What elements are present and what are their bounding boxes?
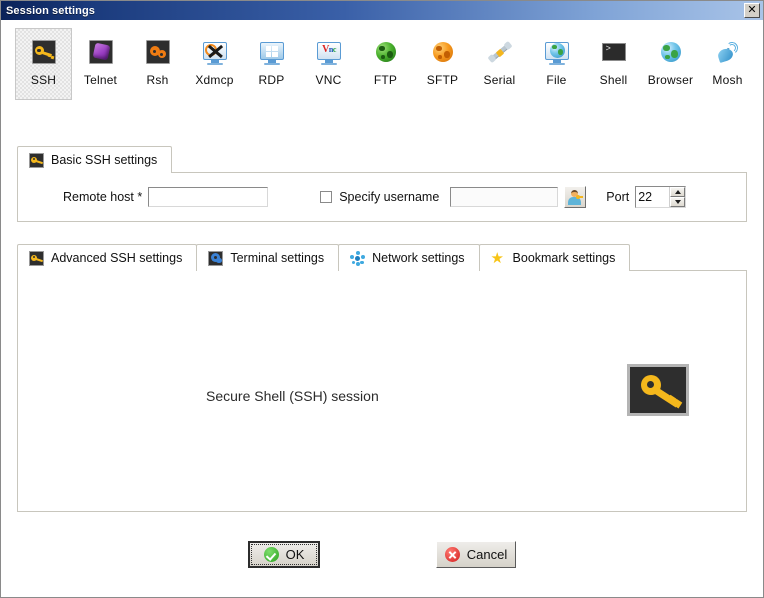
protocol-label: SFTP (426, 73, 459, 87)
protocol-label: RDP (258, 73, 285, 87)
protocol-ssh[interactable]: SSH (15, 28, 72, 100)
username-input[interactable] (450, 187, 559, 207)
port-field (635, 186, 687, 208)
port-input[interactable] (636, 187, 670, 207)
protocol-label: Xdmcp (195, 73, 234, 87)
browser-globe-icon (657, 38, 685, 66)
protocol-label: VNC (315, 73, 342, 87)
protocol-rdp[interactable]: RDP (243, 28, 300, 100)
sftp-orange-globe-icon (429, 38, 457, 66)
green-check-icon (263, 547, 279, 562)
protocol-toolbar: SSH Telnet Rsh Xdmcp RDP Vnc VNC FTP SFT… (1, 20, 763, 102)
tab-label: Network settings (372, 251, 465, 265)
select-user-button[interactable] (564, 186, 587, 208)
protocol-label: Mosh (712, 73, 743, 87)
serial-connector-icon (486, 38, 514, 66)
port-label: Port (606, 190, 630, 204)
gear-icon (208, 250, 224, 266)
tab-basic-ssh-settings[interactable]: Basic SSH settings (17, 146, 173, 173)
protocol-label: Shell (599, 73, 628, 87)
user-key-icon (568, 190, 584, 205)
star-icon: ★ (490, 249, 504, 267)
telnet-cube-icon (87, 38, 115, 66)
port-spinner (669, 187, 686, 207)
settings-tab-strip: Advanced SSH settings Terminal settings (17, 244, 747, 271)
protocol-browser[interactable]: Browser (642, 28, 699, 100)
protocol-telnet[interactable]: Telnet (72, 28, 129, 100)
protocol-label: Telnet (83, 73, 118, 87)
close-button[interactable]: ✕ (744, 3, 760, 18)
protocol-label: Browser (647, 73, 694, 87)
basic-tab-strip: Basic SSH settings (17, 146, 747, 173)
xdmcp-monitor-icon (201, 38, 229, 66)
basic-settings-group: Basic SSH settings Remote host * Specify… (17, 146, 747, 222)
protocol-label: FTP (373, 73, 398, 87)
protocol-serial[interactable]: Serial (471, 28, 528, 100)
port-group: Port (606, 186, 687, 208)
session-description: Secure Shell (SSH) session (206, 388, 379, 404)
protocol-label: SSH (30, 73, 57, 87)
tab-label: Basic SSH settings (51, 153, 158, 167)
protocol-vnc[interactable]: Vnc VNC (300, 28, 357, 100)
ok-button[interactable]: OK (248, 541, 320, 568)
settings-tabs-group: Advanced SSH settings Terminal settings (17, 244, 747, 512)
specify-username-checkbox[interactable] (320, 191, 333, 203)
vnc-monitor-icon: Vnc (315, 38, 343, 66)
ssh-key-icon (30, 38, 58, 66)
dialog-footer: OK Cancel (1, 512, 763, 568)
remote-host-label: Remote host * (63, 190, 143, 204)
tab-network-settings[interactable]: Network settings (338, 244, 480, 271)
tab-label: Terminal settings (230, 251, 325, 265)
cancel-button[interactable]: Cancel (436, 541, 516, 568)
protocol-xdmcp[interactable]: Xdmcp (186, 28, 243, 100)
tab-label: Advanced SSH settings (51, 251, 183, 265)
remote-host-input[interactable] (148, 187, 269, 207)
session-content-panel: Secure Shell (SSH) session (17, 270, 747, 512)
title-bar: Session settings ✕ (1, 1, 763, 20)
protocol-sftp[interactable]: SFTP (414, 28, 471, 100)
network-icon (350, 250, 366, 266)
protocol-rsh[interactable]: Rsh (129, 28, 186, 100)
key-icon (29, 152, 44, 168)
ok-label: OK (285, 547, 305, 562)
tab-terminal-settings[interactable]: Terminal settings (196, 244, 340, 271)
close-icon: ✕ (747, 4, 757, 16)
protocol-label: Rsh (146, 73, 169, 87)
red-cross-icon (444, 547, 460, 562)
spinner-up-icon[interactable] (670, 187, 686, 197)
rsh-gears-icon (144, 38, 172, 66)
protocol-ftp[interactable]: FTP (357, 28, 414, 100)
spinner-down-icon[interactable] (670, 197, 686, 207)
window-title: Session settings (6, 4, 96, 17)
specify-username-label: Specify username (339, 190, 440, 204)
protocol-shell[interactable]: > Shell (585, 28, 642, 100)
key-icon (29, 250, 44, 266)
tab-bookmark-settings[interactable]: ★ Bookmark settings (478, 244, 631, 271)
cancel-label: Cancel (466, 547, 508, 562)
protocol-file[interactable]: File (528, 28, 585, 100)
protocol-label: File (546, 73, 567, 87)
basic-settings-panel: Remote host * Specify username Port (17, 172, 747, 222)
protocol-label: Serial (483, 73, 516, 87)
tab-label: Bookmark settings (512, 251, 616, 265)
large-key-icon (627, 364, 689, 416)
rdp-windows-icon (258, 38, 286, 66)
file-monitor-globe-icon (543, 38, 571, 66)
mosh-satellite-icon (714, 38, 742, 66)
protocol-mosh[interactable]: Mosh (699, 28, 756, 100)
shell-terminal-icon: > (600, 38, 628, 66)
ftp-green-globe-icon (372, 38, 400, 66)
dialog-body: SSH Telnet Rsh Xdmcp RDP Vnc VNC FTP SFT… (1, 20, 763, 597)
tab-advanced-ssh-settings[interactable]: Advanced SSH settings (17, 244, 198, 271)
session-settings-dialog: Session settings ✕ SSH Telnet Rsh Xdmcp … (0, 0, 764, 598)
